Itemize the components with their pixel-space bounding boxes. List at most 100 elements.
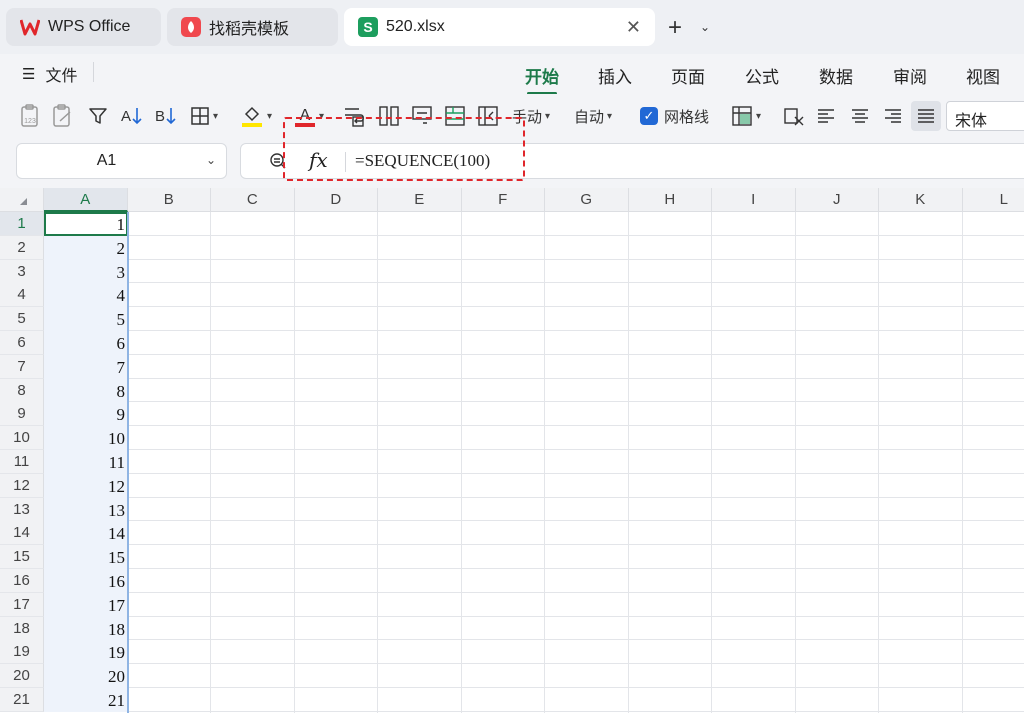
column-header-d[interactable]: D (294, 188, 378, 212)
column-header-i[interactable]: I (712, 188, 796, 212)
cell-a16[interactable]: 16 (44, 569, 128, 593)
cell-a6[interactable]: 6 (44, 331, 128, 355)
cell-a3[interactable]: 3 (44, 259, 128, 284)
tab-wps-office[interactable]: WPS Office (6, 8, 161, 46)
cell-a17[interactable]: 17 (44, 592, 128, 617)
tab-data[interactable]: 数据 (819, 63, 853, 88)
column-width-label: 自动 (574, 108, 605, 126)
row-header-7[interactable]: 7 (0, 354, 44, 379)
row-header-3[interactable]: 3 (0, 259, 44, 284)
divider (93, 62, 94, 82)
chevron-down-icon: ▾ (756, 110, 762, 122)
font-name-input[interactable]: 宋体 (946, 101, 1024, 131)
paste-format-icon[interactable] (52, 104, 74, 128)
align-left-icon[interactable] (817, 104, 835, 128)
tab-view[interactable]: 视图 (966, 63, 1000, 88)
row-header-12[interactable]: 12 (0, 473, 44, 498)
gridline-vertical (794, 212, 796, 713)
name-box[interactable]: A1 ⌄ (16, 143, 227, 179)
spreadsheet-grid[interactable]: A B C D E F G H I J K L 1 1 2 2 3 3 4 4 5 5 6 6 7 7 8 8 9 9 10 10 11 11 12… (0, 188, 1024, 713)
fill-color-icon[interactable]: ▾ (240, 104, 272, 128)
row-header-8[interactable]: 8 (0, 378, 44, 403)
cell-a11[interactable]: 11 (44, 450, 128, 474)
column-header-h[interactable]: H (628, 188, 712, 212)
row-header-4[interactable]: 4 (0, 283, 44, 308)
cell-a14[interactable]: 14 (44, 521, 128, 546)
row-header-5[interactable]: 5 (0, 307, 44, 332)
filter-icon[interactable] (88, 104, 108, 128)
row-header-2[interactable]: 2 (0, 235, 44, 260)
cell-a13[interactable]: 13 (44, 497, 128, 522)
tab-insert[interactable]: 插入 (598, 63, 632, 88)
column-header-c[interactable]: C (211, 188, 295, 212)
select-all-button[interactable] (0, 188, 44, 212)
active-cell-a1[interactable]: 1 (44, 212, 128, 236)
column-header-j[interactable]: J (795, 188, 879, 212)
cell-a20[interactable]: 20 (44, 664, 128, 689)
cell-a4[interactable]: 4 (44, 283, 128, 308)
cell-a2[interactable]: 2 (44, 235, 128, 260)
row-header-13[interactable]: 13 (0, 497, 44, 522)
column-header-a[interactable]: A (44, 188, 128, 212)
row-header-21[interactable]: 21 (0, 688, 44, 712)
close-tab-icon[interactable]: ✕ (626, 17, 641, 38)
column-header-k[interactable]: K (879, 188, 963, 212)
tab-520-xlsx[interactable]: S 520.xlsx ✕ (344, 8, 655, 46)
row-header-18[interactable]: 18 (0, 616, 44, 641)
column-header-e[interactable]: E (378, 188, 462, 212)
cell-a5[interactable]: 5 (44, 307, 128, 332)
cell-a18[interactable]: 18 (44, 616, 128, 641)
clear-format-icon[interactable] (783, 104, 805, 128)
tab-review[interactable]: 审阅 (893, 63, 927, 88)
row-header-6[interactable]: 6 (0, 331, 44, 355)
row-header-1[interactable]: 1 (0, 212, 44, 236)
column-header-f[interactable]: F (461, 188, 545, 212)
name-box-value: A1 (96, 152, 117, 169)
tab-home[interactable]: 开始 (525, 63, 559, 95)
gridline-horizontal (44, 496, 1024, 498)
cell-a10[interactable]: 10 (44, 426, 128, 451)
row-header-15[interactable]: 15 (0, 545, 44, 570)
tab-formulas[interactable]: 公式 (745, 63, 779, 88)
cell-a7[interactable]: 7 (44, 354, 128, 379)
tab-page[interactable]: 页面 (671, 63, 705, 88)
cell-a9[interactable]: 9 (44, 402, 128, 427)
row-header-9[interactable]: 9 (0, 402, 44, 427)
align-center-icon[interactable] (851, 104, 869, 128)
row-header-16[interactable]: 16 (0, 569, 44, 593)
column-header-l[interactable]: L (962, 188, 1024, 212)
gridline-vertical (544, 212, 545, 713)
tab-docer-templates[interactable]: 找稻壳模板 (167, 8, 338, 46)
gridlines-checkbox[interactable]: ✓ 网格线 (640, 104, 709, 128)
row-header-10[interactable]: 10 (0, 426, 44, 451)
paste-values-icon[interactable]: 123 (20, 104, 42, 128)
gridline-horizontal (44, 615, 1024, 617)
row-header-11[interactable]: 11 (0, 450, 44, 474)
cell-a8[interactable]: 8 (44, 378, 128, 403)
sort-descending-icon[interactable]: B (154, 104, 178, 128)
chevron-down-icon[interactable]: ⌄ (700, 20, 710, 34)
sort-ascending-icon[interactable]: A (120, 104, 144, 128)
column-header-b[interactable]: B (127, 188, 211, 212)
cell-a15[interactable]: 15 (44, 545, 128, 570)
file-menu-button[interactable]: ☰ 文件 (22, 62, 77, 86)
chevron-down-icon: ▾ (267, 110, 273, 122)
chevron-down-icon[interactable]: ⌄ (206, 153, 216, 167)
new-tab-icon[interactable]: + (668, 14, 682, 42)
row-header-17[interactable]: 17 (0, 592, 44, 617)
column-header-g[interactable]: G (545, 188, 629, 212)
row-header-14[interactable]: 14 (0, 521, 44, 546)
cell-style-icon[interactable]: ▾ (731, 104, 761, 128)
borders-icon[interactable]: ▾ (190, 104, 218, 128)
gridline-horizontal (44, 663, 1024, 665)
align-right-icon[interactable] (884, 104, 902, 128)
cell-a19[interactable]: 19 (44, 640, 128, 665)
cell-a21[interactable]: 21 (44, 688, 128, 712)
chevron-down-icon: ▾ (213, 110, 219, 122)
align-justify-icon (918, 109, 934, 123)
cell-a12[interactable]: 12 (44, 473, 128, 498)
column-width-dropdown[interactable]: 自动 ▾ (574, 104, 612, 128)
row-header-19[interactable]: 19 (0, 640, 44, 665)
distributed-align-button[interactable] (911, 101, 941, 131)
row-header-20[interactable]: 20 (0, 664, 44, 689)
